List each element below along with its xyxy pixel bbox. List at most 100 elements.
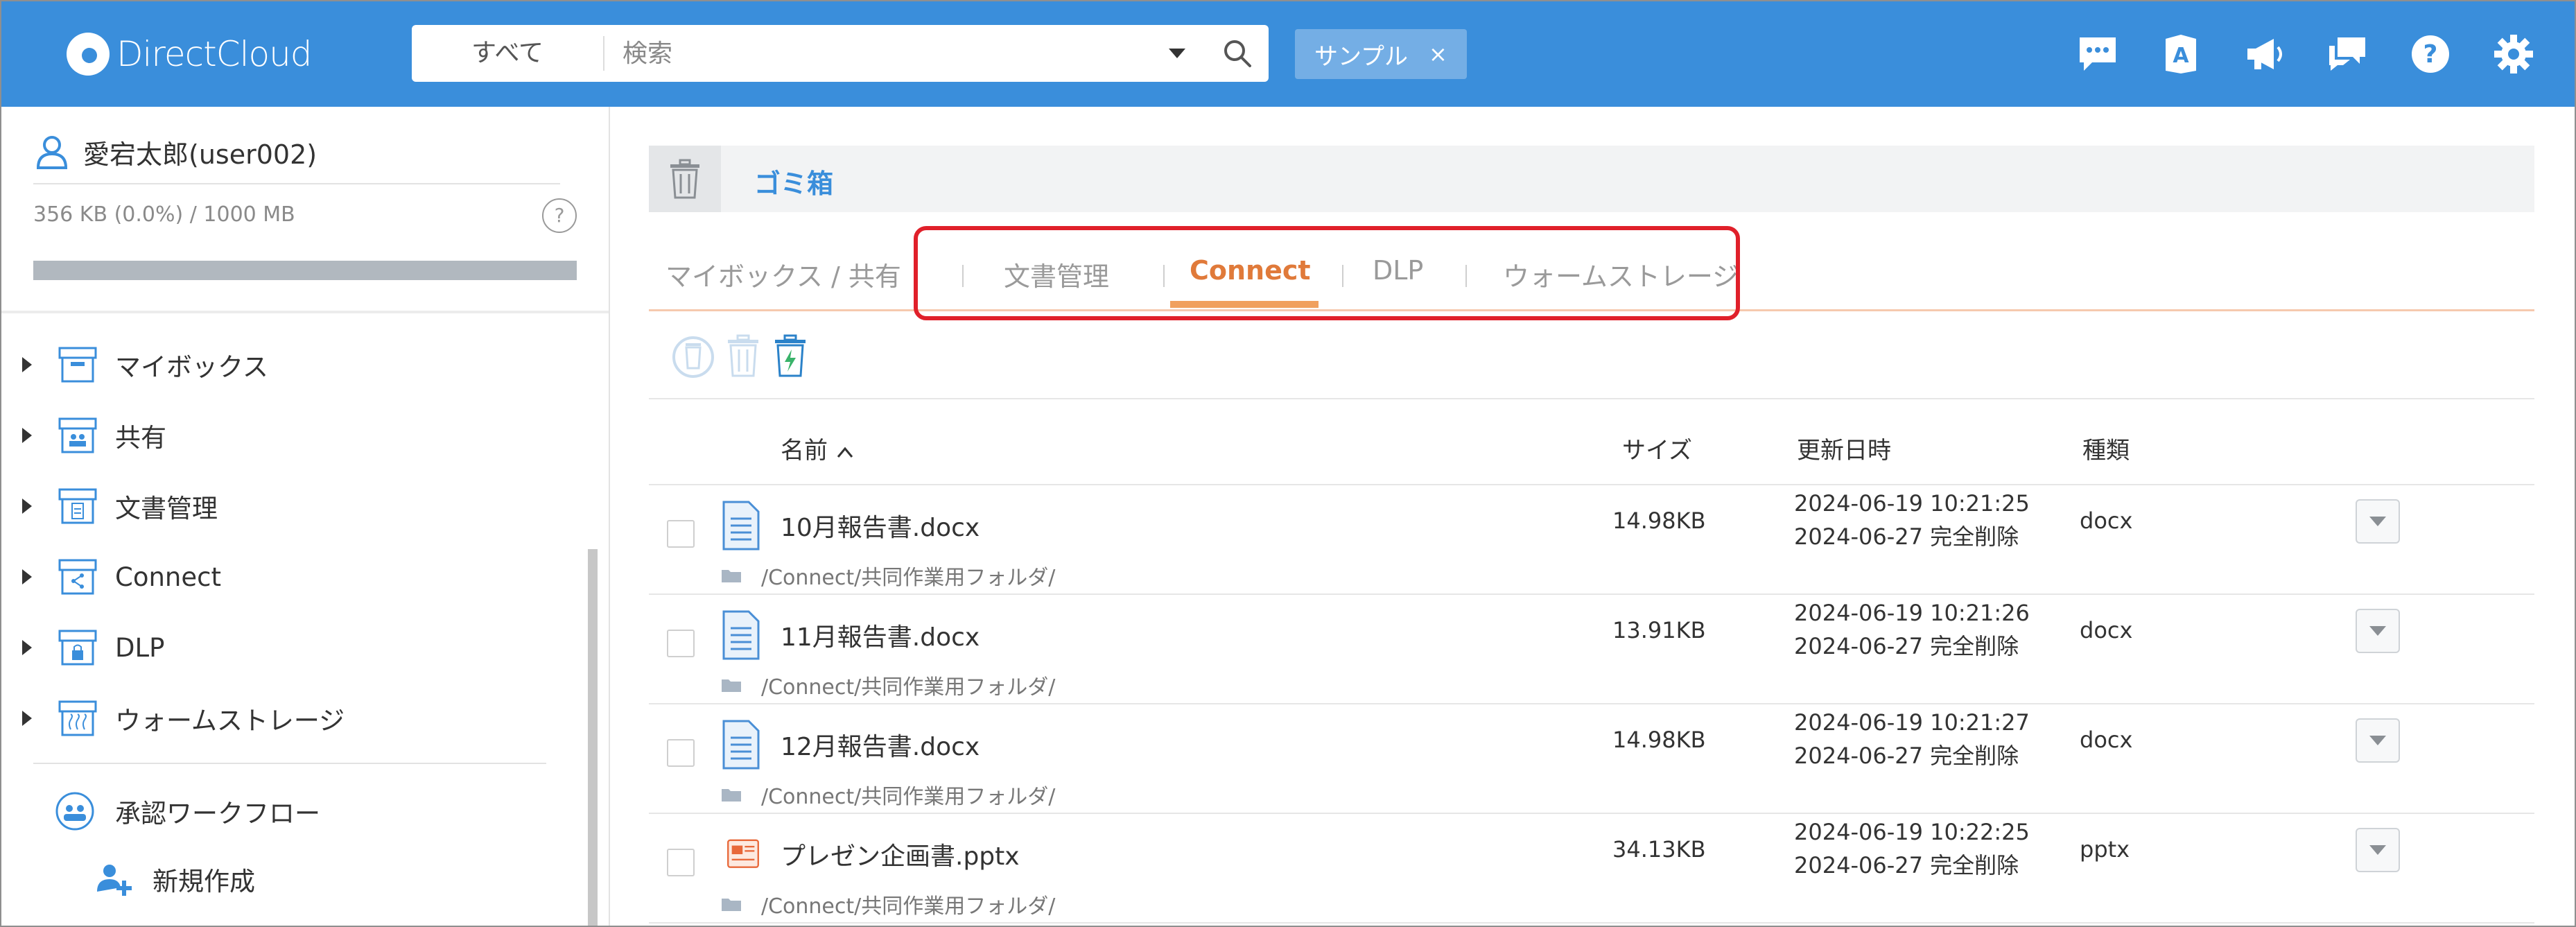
svg-text:?: ? [2423, 40, 2438, 69]
column-header-date[interactable]: 更新日時 [1797, 431, 1891, 465]
sort-ascending-icon [837, 447, 853, 458]
file-name[interactable]: 10月報告書.docx [781, 508, 980, 544]
sidebar-item-warm-storage[interactable]: ウォームストレージ [1, 684, 598, 753]
sidebar-item-label: 共有 [115, 423, 166, 453]
sidebar-item-new-workflow[interactable]: 新規作成 [1, 844, 598, 914]
sidebar: 愛宕太郎(user002) 356 KB (0.0%) / 1000 MB ? … [1, 107, 610, 926]
expand-arrow-icon[interactable] [22, 569, 32, 584]
sidebar-item-documents[interactable]: 文書管理 [1, 471, 598, 541]
folder-icon [722, 899, 741, 911]
updated-time: 2024-06-19 10:21:26 [1794, 600, 2030, 626]
file-path: /Connect/共同作業用フォルダ/ [721, 889, 1055, 919]
word-doc-icon [722, 610, 760, 660]
table-row[interactable]: 11月報告書.docx /Connect/共同作業用フォルダ/ 13.91KB … [649, 595, 2534, 704]
box-icon [58, 347, 97, 383]
row-menu-button[interactable] [2356, 718, 2400, 763]
file-path: /Connect/共同作業用フォルダ/ [721, 779, 1055, 810]
filter-tag: サンプル × [1295, 29, 1467, 79]
sidebar-item-mybox[interactable]: マイボックス [1, 330, 598, 399]
sidebar-item-workflow[interactable]: 承認ワークフロー [1, 777, 598, 846]
file-dates: 2024-06-19 10:21:27 2024-06-27 完全削除 [1794, 706, 2030, 772]
table-row[interactable]: 10月報告書.docx /Connect/共同作業用フォルダ/ 14.98KB … [649, 485, 2534, 595]
folder-icon [722, 789, 741, 802]
add-user-icon [97, 865, 132, 896]
file-name[interactable]: 11月報告書.docx [781, 617, 980, 653]
user-info[interactable]: 愛宕太郎(user002) [36, 128, 317, 176]
feedback-icon[interactable] [2322, 29, 2372, 79]
sidebar-item-dlp[interactable]: DLP [1, 613, 598, 682]
logo-text: DirectCloud [116, 34, 313, 74]
column-header-name[interactable]: 名前 [781, 431, 855, 465]
sidebar-scrollbar[interactable] [588, 549, 598, 926]
table-row[interactable]: 12月報告書.docx /Connect/共同作業用フォルダ/ 14.98KB … [649, 704, 2534, 814]
folder-icon [722, 679, 741, 692]
file-type: pptx [2080, 836, 2130, 863]
file-path: /Connect/共同作業用フォルダ/ [721, 670, 1055, 700]
file-size: 14.98KB [1612, 508, 1706, 534]
address-book-icon[interactable]: A [2156, 29, 2206, 79]
workflow-icon [55, 792, 94, 831]
restore-icon[interactable] [665, 329, 721, 384]
word-doc-icon [722, 501, 760, 551]
sidebar-item-label: マイボックス [115, 352, 268, 382]
search-box: すべて [412, 25, 1269, 82]
file-dates: 2024-06-19 10:21:25 2024-06-27 完全削除 [1794, 487, 2030, 553]
expand-arrow-icon[interactable] [22, 711, 32, 726]
search-scope-select[interactable]: すべて [412, 36, 604, 71]
gear-icon[interactable] [2489, 29, 2539, 79]
row-checkbox[interactable] [667, 739, 695, 767]
expand-arrow-icon[interactable] [22, 357, 32, 372]
connect-box-icon [58, 559, 97, 595]
document-box-icon [58, 488, 97, 524]
sidebar-item-label: 承認ワークフロー [115, 799, 320, 829]
logo[interactable]: DirectCloud [67, 29, 313, 79]
close-icon[interactable]: × [1429, 41, 1447, 67]
quota-help-icon[interactable]: ? [542, 198, 577, 233]
sidebar-item-shared[interactable]: 共有 [1, 401, 598, 470]
updated-time: 2024-06-19 10:21:27 [1794, 709, 2030, 736]
tab-mybox-shared[interactable]: マイボックス / 共有 [665, 255, 901, 293]
megaphone-icon[interactable] [2239, 29, 2289, 79]
chat-icon[interactable] [2073, 29, 2123, 79]
expand-arrow-icon[interactable] [22, 640, 32, 655]
file-name[interactable]: プレゼン企画書.pptx [781, 836, 1020, 872]
row-checkbox[interactable] [667, 630, 695, 657]
warm-storage-icon [58, 700, 97, 736]
file-name[interactable]: 12月報告書.docx [781, 727, 980, 763]
file-type: docx [2080, 617, 2133, 643]
table-row[interactable]: プレゼン企画書.pptx /Connect/共同作業用フォルダ/ 34.13KB… [649, 814, 2534, 924]
powerpoint-icon [727, 839, 759, 868]
file-dates: 2024-06-19 10:21:26 2024-06-27 完全削除 [1794, 596, 2030, 663]
top-bar: DirectCloud すべて サンプル × A ? [1, 1, 2575, 107]
column-header-size[interactable]: サイズ [1622, 431, 1692, 465]
column-header-type[interactable]: 種類 [2082, 431, 2130, 465]
updated-time: 2024-06-19 10:21:25 [1794, 490, 2030, 517]
user-icon [36, 136, 68, 169]
file-path-text: /Connect/共同作業用フォルダ/ [761, 566, 1056, 590]
expand-arrow-icon[interactable] [22, 428, 32, 443]
row-menu-button[interactable] [2356, 828, 2400, 872]
row-checkbox[interactable] [667, 849, 695, 876]
folder-icon [722, 570, 741, 582]
empty-trash-icon[interactable] [763, 329, 818, 384]
divider [33, 183, 560, 184]
sidebar-item-connect[interactable]: Connect [1, 542, 598, 612]
deletion-date: 2024-06-27 完全削除 [1794, 852, 2019, 878]
chevron-down-icon[interactable] [1169, 49, 1185, 58]
search-icon[interactable] [1213, 29, 1262, 78]
row-checkbox[interactable] [667, 520, 695, 548]
divider [1, 311, 609, 313]
help-icon[interactable]: ? [2405, 29, 2455, 79]
file-size: 13.91KB [1612, 617, 1706, 643]
expand-arrow-icon[interactable] [22, 499, 32, 514]
file-path-text: /Connect/共同作業用フォルダ/ [761, 785, 1056, 809]
file-path-text: /Connect/共同作業用フォルダ/ [761, 894, 1056, 919]
sidebar-item-label: ウォームストレージ [115, 706, 345, 736]
row-menu-button[interactable] [2356, 609, 2400, 653]
row-menu-button[interactable] [2356, 499, 2400, 544]
search-input[interactable] [621, 38, 1169, 69]
column-label: 名前 [781, 437, 828, 465]
trash-icon [649, 146, 721, 212]
file-path: /Connect/共同作業用フォルダ/ [721, 560, 1055, 591]
cloud-logo-icon [67, 33, 110, 76]
